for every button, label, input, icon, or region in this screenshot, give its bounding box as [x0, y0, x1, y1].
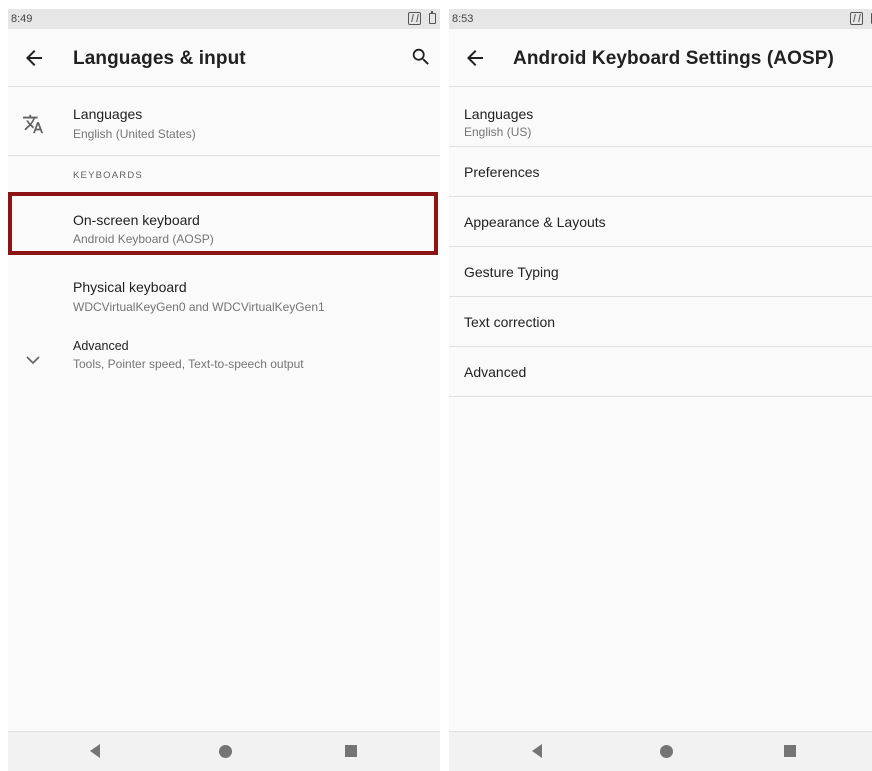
languages-title: Languages [464, 106, 534, 122]
appearance-layouts-item[interactable]: Appearance & Layouts [449, 197, 872, 246]
appearance-layouts-label: Appearance & Layouts [464, 214, 606, 230]
on-screen-keyboard-title: On-screen keyboard [73, 212, 200, 228]
status-bar: 8:53 [449, 9, 872, 29]
languages-subtitle: English (US) [464, 125, 532, 139]
divider [449, 396, 872, 397]
nfc-icon [850, 12, 863, 25]
nav-recents-icon[interactable] [345, 745, 357, 757]
physical-keyboard-item[interactable]: Physical keyboard WDCVirtualKeyGen0 and … [8, 261, 440, 319]
text-correction-item[interactable]: Text correction [449, 297, 872, 346]
nav-home-icon[interactable] [219, 745, 232, 758]
battery-icon [429, 11, 436, 24]
physical-keyboard-title: Physical keyboard [73, 279, 187, 295]
advanced-item[interactable]: Advanced [449, 347, 872, 396]
advanced-subtitle: Tools, Pointer speed, Text-to-speech out… [73, 357, 304, 371]
navigation-bar [449, 731, 872, 771]
keyboard-settings-screen: 8:53 Android Keyboard Settings (AOSP) La… [449, 9, 872, 771]
text-correction-label: Text correction [464, 314, 556, 330]
app-bar: Android Keyboard Settings (AOSP) [449, 29, 872, 87]
advanced-label: Advanced [464, 364, 527, 380]
navigation-bar [8, 731, 440, 771]
languages-input-screen: 8:49 Languages & input Languages English… [8, 9, 440, 771]
search-icon[interactable] [410, 46, 432, 68]
page-title: Android Keyboard Settings (AOSP) [513, 48, 834, 69]
advanced-title: Advanced [73, 339, 129, 353]
languages-subtitle: English (United States) [73, 127, 196, 141]
languages-item[interactable]: Languages English (United States) [8, 87, 440, 155]
nav-home-icon[interactable] [660, 745, 673, 758]
gesture-typing-label: Gesture Typing [464, 264, 559, 280]
languages-item[interactable]: Languages English (US) [449, 87, 872, 155]
nfc-icon [408, 12, 421, 25]
status-time: 8:49 [11, 13, 33, 25]
on-screen-keyboard-item[interactable]: On-screen keyboard Android Keyboard (AOS… [8, 197, 440, 253]
gesture-typing-item[interactable]: Gesture Typing [449, 247, 872, 296]
status-time: 8:53 [452, 13, 474, 25]
page-title: Languages & input [73, 48, 246, 69]
nav-back-icon[interactable] [90, 744, 100, 758]
status-bar: 8:49 [8, 9, 440, 29]
physical-keyboard-subtitle: WDCVirtualKeyGen0 and WDCVirtualKeyGen1 [73, 300, 325, 314]
nav-back-icon[interactable] [532, 744, 542, 758]
nav-recents-icon[interactable] [784, 745, 796, 757]
app-bar: Languages & input [8, 29, 440, 87]
advanced-item[interactable]: Advanced Tools, Pointer speed, Text-to-s… [8, 327, 440, 379]
keyboards-section-header: KEYBOARDS [73, 170, 143, 181]
divider [8, 155, 440, 156]
preferences-label: Preferences [464, 164, 540, 180]
back-arrow-icon[interactable] [463, 46, 487, 70]
languages-title: Languages [73, 106, 143, 122]
back-arrow-icon[interactable] [22, 46, 46, 70]
on-screen-keyboard-subtitle: Android Keyboard (AOSP) [73, 232, 214, 246]
preferences-item[interactable]: Preferences [449, 147, 872, 196]
